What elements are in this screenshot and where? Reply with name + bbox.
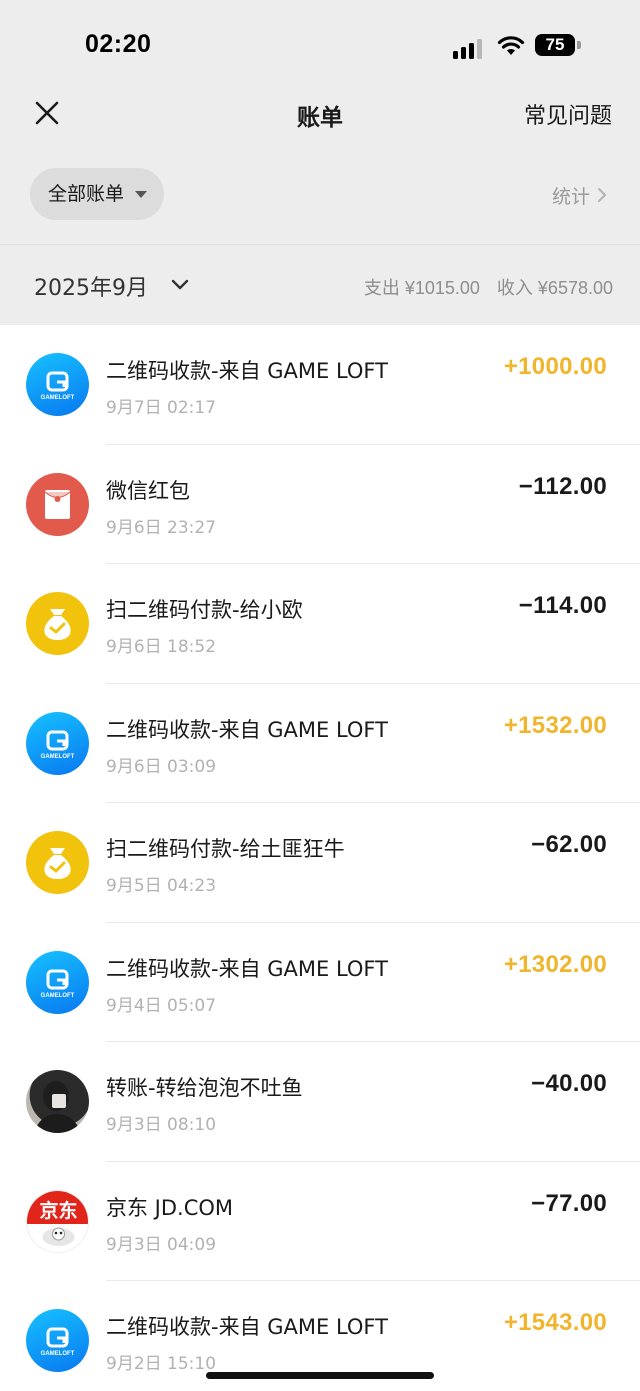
- transaction-amount: +1543.00: [503, 1309, 607, 1336]
- transaction-list: GAMELOFT 二维码收款-来自 GAME LOFT 9月7日 02:17 +100…: [0, 325, 640, 1391]
- transaction-title: 扫二维码付款-给土匪狂牛: [106, 837, 345, 861]
- transaction-title: 二维码收款-来自 GAME LOFT: [106, 717, 388, 742]
- transaction-amount: +1302.00: [503, 950, 607, 978]
- gameloft-logo-icon: GAMELOFT: [26, 1309, 89, 1372]
- transaction-row[interactable]: 扫二维码付款-给小欧 9月6日 18:52 −114.00: [0, 564, 640, 684]
- transaction-time: 9月6日 23:27: [106, 517, 217, 538]
- red-packet-icon: [26, 472, 89, 536]
- transaction-amount: +1532.00: [503, 711, 607, 739]
- status-time: 02:20: [85, 30, 152, 58]
- month-totals: 支出 ¥1015.00 收入 ¥6578.00: [352, 274, 613, 300]
- jd-logo-icon: 京东: [26, 1189, 89, 1253]
- transaction-time: 9月6日 18:52: [106, 637, 217, 657]
- transaction-row[interactable]: 京东 京东 JD.COM 9月3日 04:09 −77.00: [0, 1162, 640, 1282]
- transaction-row[interactable]: GAMELOFT 二维码收款-来自 GAME LOFT 9月4日 05:07 +130…: [0, 923, 640, 1043]
- gameloft-wordmark: GAMELOFT: [41, 1351, 75, 1357]
- transaction-row[interactable]: 转账-转给泡泡不吐鱼 9月3日 08:10 −40.00: [0, 1042, 640, 1162]
- transaction-time: 9月5日 04:23: [106, 876, 217, 896]
- money-bag-icon: [26, 592, 89, 655]
- bill-filter-dropdown[interactable]: 全部账单: [30, 168, 164, 220]
- cellular-signal-icon: [453, 37, 487, 59]
- transaction-amount: −40.00: [531, 1070, 607, 1097]
- transaction-row[interactable]: 扫二维码付款-给土匪狂牛 9月5日 04:23 −62.00: [0, 803, 640, 923]
- transaction-time: 9月3日 04:09: [106, 1234, 217, 1255]
- transaction-row[interactable]: GAMELOFT 二维码收款-来自 GAME LOFT 9月7日 02:17 +100…: [0, 325, 640, 445]
- income-total: 收入 ¥6578.00: [496, 278, 613, 298]
- transaction-title: 扫二维码付款-给小欧: [106, 598, 303, 622]
- divider: [0, 244, 640, 245]
- transaction-title: 二维码收款-来自 GAME LOFT: [106, 956, 388, 981]
- transaction-title: 京东 JD.COM: [106, 1195, 234, 1220]
- chevron-down-icon[interactable]: [171, 278, 189, 292]
- bill-filter-label: 全部账单: [48, 183, 125, 205]
- stats-link[interactable]: 统计: [552, 182, 590, 209]
- transaction-amount: −62.00: [531, 831, 607, 858]
- transaction-title: 二维码收款-来自 GAME LOFT: [106, 1315, 388, 1339]
- transaction-title: 微信红包: [106, 478, 190, 503]
- faq-link[interactable]: 常见问题: [524, 98, 612, 130]
- transaction-time: 9月7日 02:17: [106, 398, 217, 418]
- gameloft-wordmark: GAMELOFT: [41, 754, 75, 760]
- gameloft-logo-icon: GAMELOFT: [26, 353, 89, 416]
- transaction-amount: −114.00: [518, 592, 607, 619]
- status-bar: 02:20 75: [0, 0, 640, 92]
- gameloft-logo-icon: GAMELOFT: [26, 950, 89, 1014]
- transaction-amount: +1000.00: [503, 353, 607, 380]
- gameloft-logo-icon: GAMELOFT: [26, 711, 89, 775]
- jd-wordmark: 京东: [39, 1199, 77, 1222]
- month-summary-row: 2025年9月 支出 ¥1015.00 收入 ¥6578.00: [0, 258, 640, 314]
- battery-tip: [577, 41, 581, 49]
- transaction-row[interactable]: 微信红包 9月6日 23:27 −112.00: [0, 445, 640, 565]
- transaction-amount: −112.00: [518, 472, 607, 500]
- chevron-right-icon: [597, 187, 607, 203]
- transaction-amount: −77.00: [531, 1189, 607, 1217]
- wifi-icon: [497, 36, 525, 55]
- user-avatar-photo: [26, 1070, 89, 1133]
- transaction-time: 9月6日 03:09: [106, 756, 217, 777]
- money-bag-icon: [26, 831, 89, 894]
- home-indicator: [206, 1372, 434, 1379]
- caret-down-icon: [135, 191, 147, 198]
- transaction-time: 9月3日 08:10: [106, 1115, 217, 1135]
- expense-total: 支出 ¥1015.00: [363, 278, 480, 298]
- transaction-time: 9月4日 05:07: [106, 995, 217, 1016]
- gameloft-wordmark: GAMELOFT: [41, 395, 75, 401]
- gameloft-wordmark: GAMELOFT: [41, 993, 75, 999]
- nav-bar: 账单 常见问题: [0, 88, 640, 138]
- month-selector[interactable]: 2025年9月: [34, 270, 148, 302]
- battery-indicator: 75: [535, 34, 575, 56]
- transaction-row[interactable]: GAMELOFT 二维码收款-来自 GAME LOFT 9月6日 03:09 +153…: [0, 684, 640, 804]
- transaction-time: 9月2日 15:10: [106, 1354, 217, 1374]
- transaction-title: 二维码收款-来自 GAME LOFT: [106, 359, 388, 383]
- transaction-title: 转账-转给泡泡不吐鱼: [106, 1076, 303, 1100]
- filter-row: 全部账单 统计: [0, 168, 640, 222]
- header-area: 02:20 75 账单 常见问题 全部账单 统计 2025年9月 支出 ¥101…: [0, 0, 640, 325]
